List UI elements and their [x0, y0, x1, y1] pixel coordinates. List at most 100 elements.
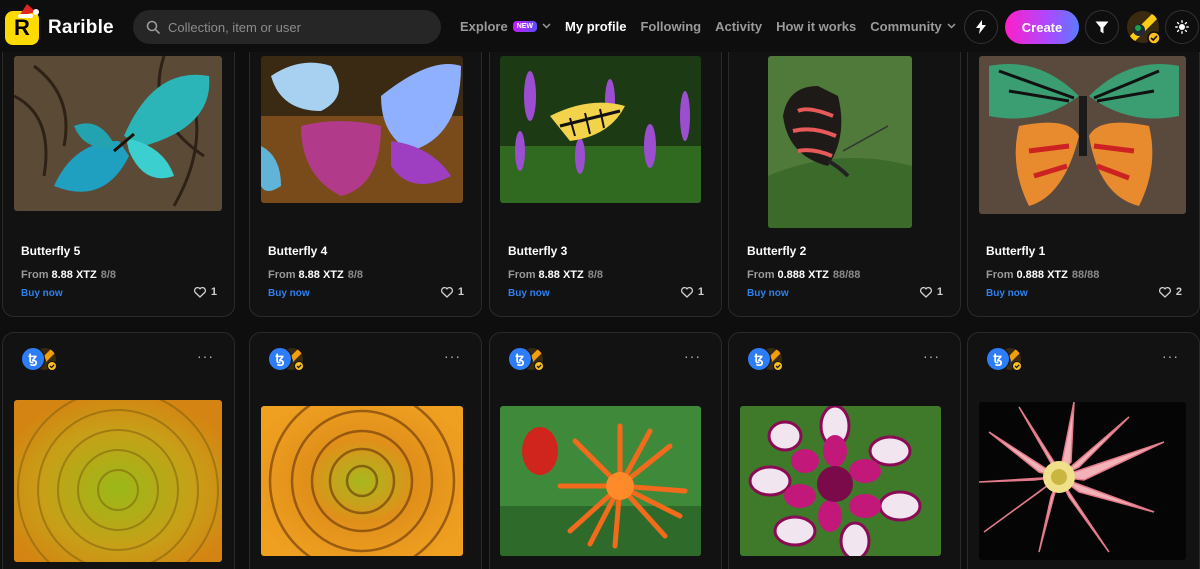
create-button[interactable]: Create	[1005, 10, 1079, 44]
nft-image-butterfly-1[interactable]	[979, 56, 1186, 214]
nav-explore[interactable]: Explore NEW	[460, 19, 551, 34]
logo-mark: R	[5, 4, 39, 45]
price-amount: 8.88 XTZ	[298, 269, 344, 281]
lightning-button[interactable]	[964, 10, 998, 44]
new-badge: NEW	[512, 20, 538, 32]
nav-community[interactable]: Community	[870, 19, 956, 34]
nft-card[interactable]: ꜩ ···	[967, 332, 1200, 569]
nft-image-butterfly-4[interactable]	[261, 56, 463, 203]
filter-button[interactable]	[1085, 10, 1119, 44]
nft-card[interactable]: ꜩ ···	[249, 332, 482, 569]
edition-quantity: 8/8	[587, 269, 604, 281]
search-bar[interactable]	[133, 10, 441, 44]
like-count: 2	[1175, 286, 1182, 298]
like-count: 1	[697, 286, 704, 298]
lightning-icon	[976, 20, 986, 34]
top-navbar: R Rarible Explore NEW My profile Followi…	[0, 0, 1200, 52]
filter-icon	[1095, 21, 1109, 33]
tezos-icon: ꜩ	[21, 347, 45, 371]
profile-avatar[interactable]	[1126, 10, 1161, 45]
edition-quantity: 8/8	[347, 269, 364, 281]
nav-following[interactable]: Following	[640, 19, 701, 34]
like-count: 1	[936, 286, 943, 298]
tezos-icon: ꜩ	[986, 347, 1010, 371]
nft-image-butterfly-3[interactable]	[500, 56, 701, 203]
nft-price: From 0.888 XTZ 88/88	[747, 269, 860, 281]
owner-avatars[interactable]: ꜩ	[508, 347, 556, 373]
theme-toggle-button[interactable]	[1165, 10, 1199, 44]
price-amount: 0.888 XTZ	[1016, 269, 1068, 281]
nav-how-it-works[interactable]: How it works	[776, 19, 856, 34]
buy-now-link[interactable]: Buy now	[21, 288, 63, 299]
price-prefix: From	[747, 269, 775, 281]
nft-image-butterfly-5[interactable]	[14, 56, 222, 211]
chevron-down-icon	[542, 23, 551, 29]
nft-card[interactable]: ꜩ ···	[489, 332, 722, 569]
more-options-button[interactable]: ···	[923, 349, 940, 363]
like-button[interactable]: 1	[440, 286, 464, 298]
nav-community-label: Community	[870, 18, 942, 34]
buy-now-link[interactable]: Buy now	[268, 288, 310, 299]
chevron-down-icon	[947, 23, 956, 29]
search-icon	[146, 20, 160, 34]
tezos-icon: ꜩ	[508, 347, 532, 371]
owner-avatars[interactable]: ꜩ	[747, 347, 795, 373]
rarible-logo[interactable]: R Rarible	[5, 4, 114, 45]
nft-title[interactable]: Butterfly 5	[21, 244, 80, 258]
like-button[interactable]: 2	[1158, 286, 1182, 298]
price-prefix: From	[508, 269, 536, 281]
like-button[interactable]: 1	[919, 286, 943, 298]
santa-hat-icon	[18, 4, 39, 18]
heart-icon	[919, 286, 932, 298]
heart-icon	[1158, 286, 1171, 298]
nav-my-profile[interactable]: My profile	[565, 19, 626, 34]
nav-explore-label: Explore	[460, 18, 508, 34]
nft-image-flower-4[interactable]	[740, 406, 941, 556]
tezos-icon: ꜩ	[747, 347, 771, 371]
search-input[interactable]	[168, 19, 428, 35]
like-count: 1	[457, 286, 464, 298]
owner-avatars[interactable]: ꜩ	[986, 347, 1034, 373]
owner-avatars[interactable]: ꜩ	[268, 347, 316, 373]
nft-title[interactable]: Butterfly 4	[268, 244, 327, 258]
nft-title[interactable]: Butterfly 2	[747, 244, 806, 258]
price-amount: 8.88 XTZ	[51, 269, 97, 281]
buy-now-link[interactable]: Buy now	[508, 288, 550, 299]
sun-icon	[1175, 20, 1189, 34]
more-options-button[interactable]: ···	[444, 349, 461, 363]
nft-image-flower-2[interactable]	[261, 406, 463, 556]
heart-icon	[680, 286, 693, 298]
price-amount: 0.888 XTZ	[777, 269, 829, 281]
nft-card[interactable]: ꜩ ···	[2, 332, 235, 569]
nft-title[interactable]: Butterfly 1	[986, 244, 1045, 258]
owner-avatars[interactable]: ꜩ	[21, 347, 69, 373]
heart-icon	[440, 286, 453, 298]
more-options-button[interactable]: ···	[1162, 349, 1179, 363]
edition-quantity: 8/8	[100, 269, 117, 281]
more-options-button[interactable]: ···	[197, 349, 214, 363]
nft-image-flower-1[interactable]	[14, 400, 222, 562]
nft-image-flower-3[interactable]	[500, 406, 701, 556]
more-options-button[interactable]: ···	[684, 349, 701, 363]
edition-quantity: 88/88	[832, 269, 861, 281]
nav-activity[interactable]: Activity	[715, 19, 762, 34]
avatar-image	[1127, 11, 1161, 45]
nft-image-flower-5[interactable]	[979, 402, 1186, 560]
nft-price: From 8.88 XTZ 8/8	[508, 269, 603, 281]
like-button[interactable]: 1	[193, 286, 217, 298]
price-amount: 8.88 XTZ	[538, 269, 584, 281]
main-nav: Explore NEW My profile Following Activit…	[460, 0, 970, 52]
buy-now-link[interactable]: Buy now	[747, 288, 789, 299]
like-count: 1	[210, 286, 217, 298]
tezos-icon: ꜩ	[268, 347, 292, 371]
edition-quantity: 88/88	[1071, 269, 1100, 281]
nft-card[interactable]: ꜩ ···	[728, 332, 961, 569]
nft-image-butterfly-2[interactable]	[768, 56, 912, 228]
price-prefix: From	[21, 269, 49, 281]
price-prefix: From	[986, 269, 1014, 281]
nft-price: From 0.888 XTZ 88/88	[986, 269, 1099, 281]
nft-price: From 8.88 XTZ 8/8	[268, 269, 363, 281]
nft-title[interactable]: Butterfly 3	[508, 244, 567, 258]
buy-now-link[interactable]: Buy now	[986, 288, 1028, 299]
like-button[interactable]: 1	[680, 286, 704, 298]
